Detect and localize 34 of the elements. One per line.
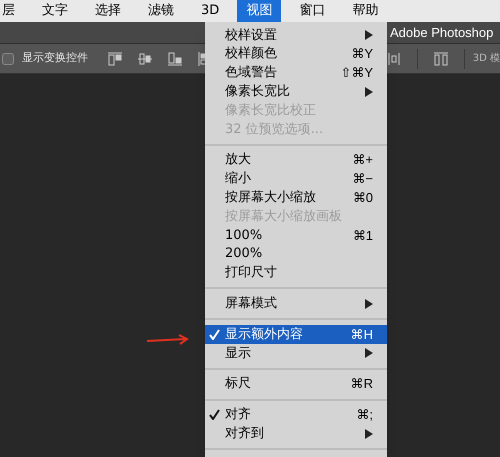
menu-bar-item[interactable]: 窗口 [290,0,334,22]
menu-bar-item[interactable]: 层 [0,0,24,22]
menu-item[interactable]: 对齐 ⌘; [205,406,387,424]
document-title: Adobe Photoshop [390,24,494,42]
menu-item[interactable]: 显示额外内容 ⌘H [205,325,387,344]
menu-item[interactable]: 显示 [205,344,387,363]
menu-item[interactable]: 色域警告 ⇧⌘Y [205,64,387,82]
menu-bar-item[interactable]: 视图 [237,0,282,22]
menu-item[interactable]: 对齐到 [205,424,387,444]
menu-item[interactable]: 校样颜色 ⌘Y [205,44,387,64]
menu-item[interactable]: 100% ⌘1 [205,226,387,245]
distribute-icon[interactable] [434,52,448,66]
menu-item[interactable]: 标尺 ⌘R [205,374,387,394]
checkbox-label: 显示变换控件 [22,50,88,66]
align-top-icon[interactable] [108,52,122,66]
menu-bar-item[interactable]: 文字 [33,0,77,22]
menu-item[interactable]: 按屏幕大小缩放 ⌘0 [205,188,387,208]
menu-bar-item[interactable]: 3D [192,0,228,22]
menu-item[interactable]: 放大 ⌘+ [205,150,387,170]
menu-item[interactable]: 像素长宽比 [205,82,387,102]
menu-item[interactable]: 屏幕模式 [205,294,387,314]
arrow-icon [146,334,190,346]
mode-label: 3D 模 [472,52,500,66]
menu-bar-item[interactable]: 滤镜 [139,0,183,22]
align-bottom-icon[interactable] [168,52,182,66]
menu-item[interactable]: 200% [205,244,387,264]
distribute-icon[interactable] [386,52,401,66]
align-middle-icon[interactable] [138,52,152,66]
checkbox[interactable] [2,52,14,64]
menu-bar-item[interactable]: 帮助 [343,0,388,22]
menu-bar-item[interactable]: 选择 [86,0,130,22]
menu-item[interactable]: 打印尺寸 [205,264,387,282]
menu-item[interactable]: 校样设置 [205,26,387,45]
menu-item[interactable]: 缩小 ⌘− [205,170,387,188]
